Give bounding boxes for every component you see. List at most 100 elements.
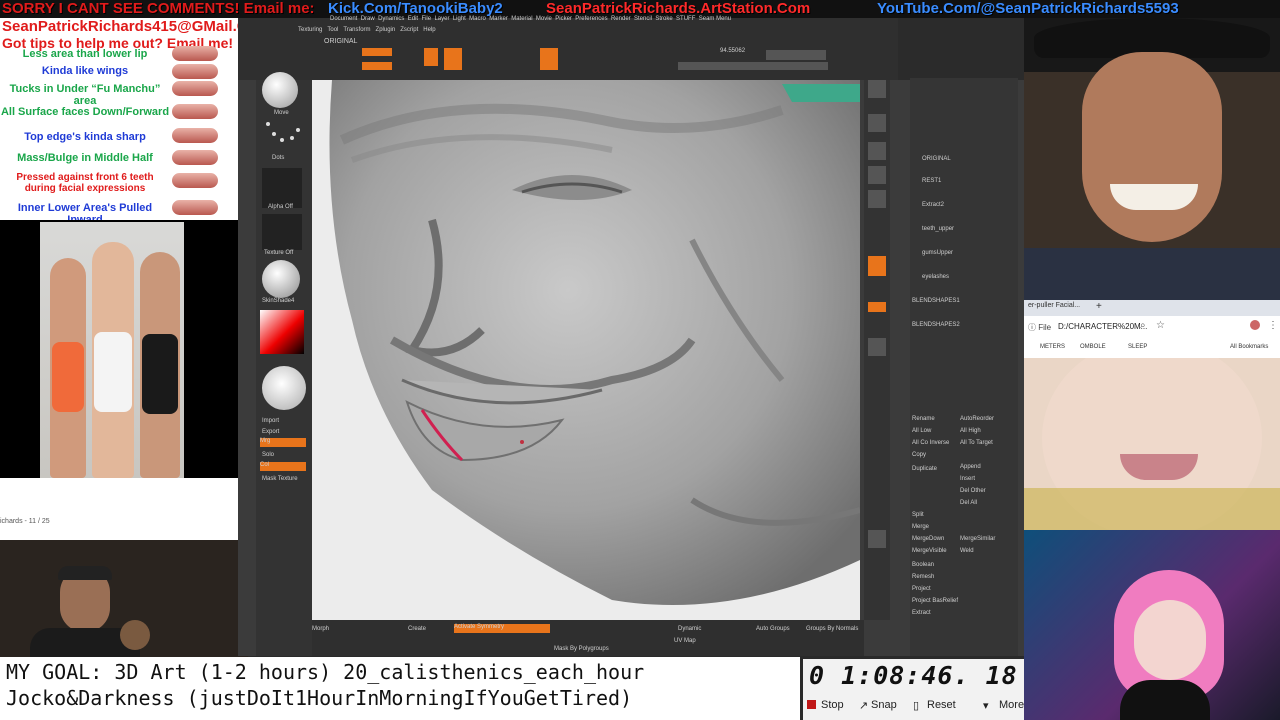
subtool-rest1[interactable]: REST1 (922, 178, 941, 184)
browser-tab[interactable]: er-puller Facial... (1028, 302, 1080, 309)
col-button[interactable]: Col (260, 462, 306, 471)
lip-thumbnail-5 (172, 128, 218, 143)
merge-visible-button[interactable]: MergeVisible (912, 548, 947, 554)
project-button[interactable]: Project (912, 586, 931, 592)
rgb-button[interactable] (362, 62, 392, 70)
bookmark-sleep[interactable]: SLEEP (1128, 344, 1147, 350)
bookmark-star-icon[interactable]: ☆ (1156, 320, 1165, 331)
all-to-target-button[interactable]: All To Target (960, 440, 993, 446)
all-co-inverse-button[interactable]: All Co Inverse (912, 440, 949, 446)
boolean-button[interactable]: Boolean (912, 562, 934, 568)
project-basrelief-button[interactable]: Project BasRelief (912, 598, 958, 604)
bookmark-meters[interactable]: METERS (1040, 344, 1065, 350)
lip-thumbnail-3 (172, 81, 218, 96)
duplicate-button[interactable]: Duplicate (912, 466, 937, 472)
create-button[interactable]: Create (408, 626, 426, 632)
zadd-button[interactable] (362, 48, 392, 56)
profile-icon[interactable] (1250, 320, 1260, 330)
stop-icon (807, 700, 816, 709)
merge-button[interactable]: Merge (912, 524, 929, 530)
del-other-button[interactable]: Del Other (960, 488, 986, 494)
subtool-extract2[interactable]: Extract2 (922, 202, 944, 208)
subtool-blendshapes2[interactable]: BLENDSHAPES2 (912, 322, 960, 328)
all-high-button[interactable]: All High (960, 428, 981, 434)
mrg-button[interactable]: Mrg (260, 438, 306, 447)
color-picker[interactable] (260, 310, 304, 354)
right-shelf (864, 80, 890, 620)
subtool-teeth-upper[interactable]: teeth_upper (922, 226, 954, 232)
new-tab-icon[interactable]: + (1096, 301, 1102, 312)
merge-similar-button[interactable]: MergeSimilar (960, 536, 995, 542)
all-bookmarks[interactable]: All Bookmarks (1230, 344, 1268, 350)
material-preview[interactable] (262, 260, 300, 298)
color-ball[interactable] (262, 366, 306, 410)
banner-notice: SORRY I CANT SEE COMMENTS! Email me: (2, 0, 315, 17)
split-button[interactable]: Split (912, 512, 924, 518)
note-1: Less area than lower lip (22, 48, 148, 60)
sculpt-head[interactable] (312, 80, 860, 620)
copy-button[interactable]: Copy (912, 452, 926, 458)
perspective-button[interactable] (868, 256, 886, 276)
remesh-button[interactable]: Remesh (912, 574, 934, 580)
lip-thumbnail-7 (172, 173, 218, 188)
weld-button[interactable]: Weld (960, 548, 974, 554)
note-3: Tucks in Under “Fu Manchu” area (9, 83, 161, 107)
mask-by-polygroups-button[interactable]: Mask By Polygroups (554, 646, 609, 652)
dynamic-button[interactable]: Dynamic (678, 626, 701, 632)
auto-groups-button[interactable]: Auto Groups (756, 626, 790, 632)
export-button[interactable]: Export (262, 429, 279, 435)
draw-mode-button[interactable] (424, 48, 438, 66)
bookmark-ombole[interactable]: OMBOLE (1080, 344, 1106, 350)
uv-map-button[interactable]: UV Map (674, 638, 696, 644)
zbrush-menu[interactable]: Document Draw Dynamics Edit File Layer L… (330, 16, 731, 22)
banner-artstation-link[interactable]: SeanPatrickRichards.ArtStation.Com (546, 0, 810, 17)
stroke-preview[interactable] (262, 118, 302, 154)
menu-icon[interactable]: ⋮ (1268, 320, 1278, 331)
zbrush-viewport[interactable] (312, 80, 860, 620)
tool-palette-header (898, 18, 1024, 80)
page-counter: ichards - 11 / 25 (0, 518, 50, 525)
focal-shift-slider[interactable] (678, 62, 828, 70)
email-address[interactable]: SeanPatrickRichards415@GMail.Com (2, 18, 270, 35)
banner-youtube-link[interactable]: YouTube.Com/@SeanPatrickRichards5593 (877, 0, 1179, 17)
subtool-original[interactable]: ORIGINAL (922, 156, 951, 162)
mask-texture-button[interactable]: Mask Texture (262, 476, 298, 482)
import-button[interactable]: Import (262, 418, 279, 424)
brush-preview[interactable] (262, 72, 298, 108)
subtool-gums-upper[interactable]: gumsUpper (922, 250, 953, 256)
snap-button[interactable]: Snap (871, 699, 897, 711)
all-low-button[interactable]: All Low (912, 428, 931, 434)
subtool-eyelashes[interactable]: eyelashes (922, 274, 949, 280)
insert-button[interactable]: Insert (960, 476, 975, 482)
banner-kick-link[interactable]: Kick.Com/TanookiBaby2 (328, 0, 503, 17)
groups-by-normals-button[interactable]: Groups By Normals (806, 626, 858, 632)
alpha-preview[interactable] (262, 168, 302, 208)
morph-button[interactable]: Morph (312, 626, 329, 632)
draw-size-slider[interactable] (766, 50, 826, 60)
note-4: All Surface faces Down/Forward (0, 106, 170, 118)
scale-mode-button[interactable] (540, 48, 558, 70)
stroke-label: Dots (272, 155, 285, 161)
snap-icon: ↗ (859, 700, 869, 712)
merge-down-button[interactable]: MergeDown (912, 536, 944, 542)
zbrush-menu-2[interactable]: Texturing Tool Transform Zplugin Zscript… (298, 27, 436, 33)
floor-button[interactable] (868, 302, 886, 312)
lip-thumbnail-4 (172, 104, 218, 119)
append-button[interactable]: Append (960, 464, 981, 470)
subtool-blendshapes1[interactable]: BLENDSHAPES1 (912, 298, 960, 304)
solo-button[interactable]: Solo (262, 452, 274, 458)
reset-button[interactable]: Reset (927, 699, 956, 711)
texture-label: Texture Off (264, 250, 294, 256)
rename-button[interactable]: Rename (912, 416, 935, 422)
del-all-button[interactable]: Del All (960, 500, 977, 506)
note-5: Top edge's kinda sharp (24, 131, 146, 143)
autoreorder-button[interactable]: AutoReorder (960, 416, 994, 422)
goal-line-1: MY GOAL: 3D Art (1-2 hours) 20_calisthen… (6, 660, 645, 684)
zoom-icon[interactable]: ⌕ (1140, 320, 1146, 331)
activate-symmetry-button[interactable]: Activate Symmetry (454, 624, 550, 633)
move-mode-button[interactable] (444, 48, 462, 70)
address-bar[interactable]: D:/CHARACTER%20M... (1058, 322, 1147, 331)
stop-button[interactable]: Stop (821, 699, 844, 711)
extract-button[interactable]: Extract (912, 610, 931, 616)
texture-preview[interactable] (262, 214, 302, 250)
